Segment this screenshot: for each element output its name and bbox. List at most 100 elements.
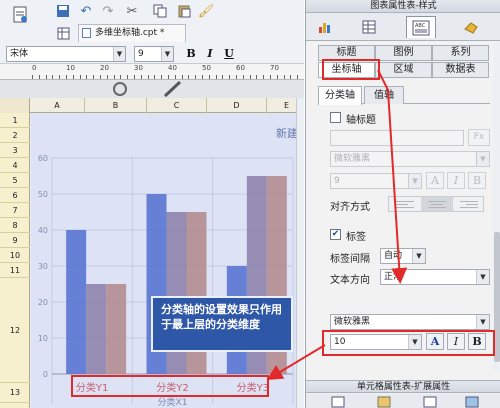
font-size-value: 9 xyxy=(138,49,144,59)
tab-area[interactable]: 区域 xyxy=(375,62,432,78)
row-header-7[interactable]: 7 xyxy=(0,203,30,218)
ruler-tick xyxy=(73,75,74,79)
row-header-11[interactable]: 11 xyxy=(0,263,30,278)
undo-icon[interactable]: ↶ xyxy=(78,3,94,19)
tab-data-table[interactable]: 数据表 xyxy=(432,62,489,78)
select-all-corner[interactable] xyxy=(0,98,30,113)
row-header-1[interactable]: 1 xyxy=(0,113,30,128)
italic-button[interactable]: I xyxy=(203,47,217,61)
chart-area[interactable]: 新建 0 10 20 30 40 50 60 分类Y1 分类Y2 分类Y3 分类X1 xyxy=(31,113,304,408)
panel-scrollbar[interactable] xyxy=(493,42,500,372)
y-tick-label: 0 xyxy=(43,370,48,379)
cell-properties-tabs xyxy=(306,394,500,408)
format-painter-icon[interactable]: 🖌 xyxy=(198,3,215,19)
drag-handle-icon xyxy=(113,80,182,98)
paste-icon[interactable] xyxy=(176,3,192,19)
italic-toggle-disabled[interactable]: I xyxy=(447,172,465,189)
cell-property-icons[interactable] xyxy=(306,394,500,408)
column-header: ABCDE xyxy=(0,98,307,113)
ruler-tick xyxy=(277,75,278,79)
ruler-tick xyxy=(284,75,285,79)
chevron-down-icon: ▼ xyxy=(161,47,173,61)
ruler-tick xyxy=(161,75,162,79)
align-center-button[interactable] xyxy=(421,197,453,211)
style-icon[interactable]: ABC xyxy=(406,16,436,38)
special-effect-icon[interactable] xyxy=(456,16,486,38)
category-labels-highlight xyxy=(71,375,269,397)
tab-legend[interactable]: 图例 xyxy=(375,45,432,61)
column-header-c[interactable]: C xyxy=(147,98,207,113)
ruler-tick xyxy=(134,75,135,79)
ruler-mark: 0 xyxy=(32,64,37,72)
row-header-8[interactable]: 8 xyxy=(0,218,30,233)
tab-category-axis[interactable]: 分类轴 xyxy=(318,86,362,105)
axis-title-checkbox[interactable] xyxy=(330,112,341,123)
axis-title-size-select[interactable]: 9 ▼ xyxy=(330,173,422,189)
axis-title-size-value: 9 xyxy=(334,176,340,186)
ruler-mark: 10 xyxy=(66,64,75,72)
ruler-tick xyxy=(66,75,67,79)
column-header-d[interactable]: D xyxy=(207,98,267,113)
data-icon[interactable] xyxy=(354,16,384,38)
copy-icon[interactable] xyxy=(152,3,168,19)
row-header-6[interactable]: 6 xyxy=(0,188,30,203)
axis-title-input[interactable] xyxy=(330,130,464,146)
axis-title-font-value: 微软雅黑 xyxy=(334,154,371,164)
ruler-tick xyxy=(202,75,203,79)
font-color-button[interactable]: A xyxy=(426,172,444,189)
label-font-value: 微软雅黑 xyxy=(334,317,371,327)
ruler-tick xyxy=(39,75,40,79)
ruler-tick xyxy=(250,75,251,79)
grid-icon[interactable] xyxy=(55,25,71,41)
row-header-5[interactable]: 5 xyxy=(0,173,30,188)
file-tab[interactable]: 多维坐标轴.cpt * xyxy=(78,24,186,42)
chevron-down-icon: ▼ xyxy=(412,249,425,263)
ruler-tick xyxy=(195,75,196,79)
font-name-select[interactable]: 宋体 ▼ xyxy=(6,46,126,62)
ruler-tick xyxy=(120,75,121,79)
row-header-4[interactable]: 4 xyxy=(0,158,30,173)
row-header-12[interactable]: 12 xyxy=(0,278,30,383)
font-size-select[interactable]: 9 ▼ xyxy=(134,46,174,62)
chart-type-icon[interactable] xyxy=(310,16,340,38)
column-header-b[interactable]: B xyxy=(85,98,147,113)
label-checkbox-label: 标签 xyxy=(346,232,366,243)
sheet-vertical-scrollbar[interactable] xyxy=(296,98,304,408)
save-icon[interactable] xyxy=(55,3,71,19)
label-font-highlight xyxy=(322,330,495,356)
tab-series[interactable]: 系列 xyxy=(432,45,489,61)
ruler-tick xyxy=(236,75,237,79)
align-left-button[interactable] xyxy=(389,197,421,211)
row-header-9[interactable]: 9 xyxy=(0,233,30,248)
label-font-select[interactable]: 微软雅黑 ▼ xyxy=(330,314,490,330)
cut-icon[interactable]: ✂ xyxy=(124,3,140,19)
label-interval-select[interactable]: 自动 ▼ xyxy=(380,248,426,264)
axis-title-label: 轴标题 xyxy=(346,115,376,126)
formula-button[interactable]: Fx xyxy=(468,129,490,146)
row-header-10[interactable]: 10 xyxy=(0,248,30,263)
text-direction-select[interactable]: 正常 ▼ xyxy=(380,269,490,285)
bar xyxy=(86,284,107,374)
row-header-3[interactable]: 3 xyxy=(0,143,30,158)
y-tick-label: 20 xyxy=(38,298,48,307)
axis-title-font-select[interactable]: 微软雅黑 ▼ xyxy=(330,151,490,167)
ruler-tick xyxy=(46,75,47,79)
underline-button[interactable]: U xyxy=(222,47,236,61)
redo-icon[interactable]: ↷ xyxy=(100,3,116,19)
template-icon[interactable] xyxy=(10,4,32,26)
column-header-a[interactable]: A xyxy=(30,98,85,113)
bold-button[interactable]: B xyxy=(184,47,198,61)
label-checkbox[interactable]: ✔ xyxy=(330,229,341,240)
tab-value-axis[interactable]: 值轴 xyxy=(364,86,404,104)
ruler-tick xyxy=(256,75,257,79)
ruler-mark: 40 xyxy=(168,64,177,72)
ruler-tick xyxy=(148,75,149,79)
x-axis-label: 分类X1 xyxy=(158,396,188,408)
format-toolbar: 宋体 ▼ 9 ▼ B I U xyxy=(0,44,304,64)
row-header-2[interactable]: 2 xyxy=(0,128,30,143)
align-right-button[interactable] xyxy=(453,197,485,211)
ruler-tick xyxy=(168,75,169,79)
row-header-13[interactable]: 13 xyxy=(0,383,30,403)
text-direction-label: 文本方向 xyxy=(330,275,370,286)
bold-toggle-disabled[interactable]: B xyxy=(468,172,486,189)
